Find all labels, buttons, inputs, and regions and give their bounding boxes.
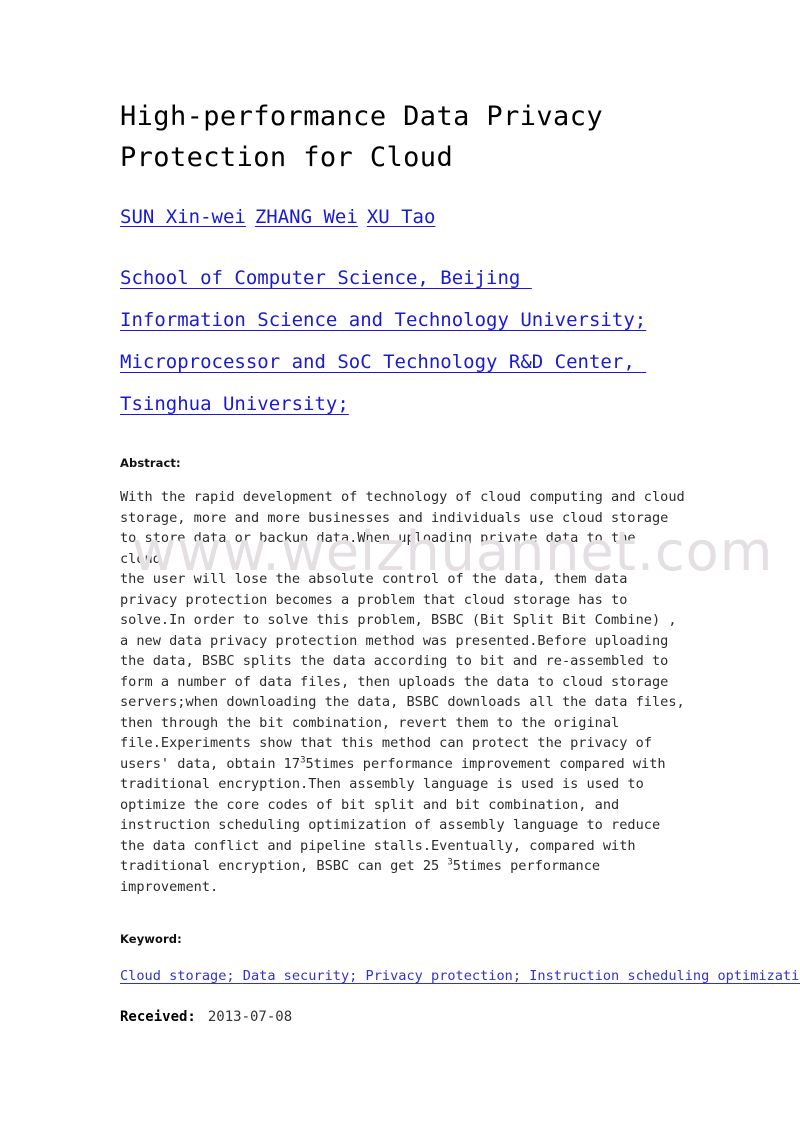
affiliation-list: School of Computer Science, Beijing Info…	[120, 257, 690, 425]
author-link-3[interactable]: XU Tao	[367, 206, 436, 228]
received-date: 2013-07-08	[207, 1009, 293, 1025]
title-line-2: Protection for Cloud	[120, 142, 454, 173]
affiliation-link-1[interactable]: School of Computer Science, Beijing	[120, 267, 532, 289]
page-title: High-performance Data Privacy Protection…	[120, 96, 620, 178]
abstract-label: Abstract:	[120, 456, 181, 470]
author-list: SUN Xin-wei ZHANG Wei XU Tao	[120, 204, 685, 230]
received-label: Received:	[120, 1009, 196, 1025]
affiliation-link-4[interactable]: Tsinghua University;	[120, 393, 349, 415]
abstract-text: With the rapid development of technology…	[120, 487, 692, 897]
author-link-2[interactable]: ZHANG Wei	[255, 206, 358, 228]
keyword-link-3[interactable]: Privacy protection;	[366, 968, 530, 984]
keyword-list: Cloud storage; Data security; Privacy pr…	[120, 966, 800, 987]
keyword-link-1[interactable]: Cloud storage;	[120, 968, 243, 984]
keyword-label: Keyword:	[120, 932, 182, 946]
affiliation-link-2[interactable]: Information Science and Technology Unive…	[120, 309, 646, 331]
abstract-text-part-1: With the rapid development of technology…	[120, 489, 685, 772]
keyword-link-4[interactable]: Instruction scheduling optimization;	[529, 968, 800, 984]
affiliation-link-3[interactable]: Microprocessor and SoC Technology R&D Ce…	[120, 351, 646, 373]
document-content: High-performance Data Privacy Protection…	[120, 96, 800, 1027]
author-link-1[interactable]: SUN Xin-wei	[120, 206, 246, 228]
abstract-text-part-2: 5times performance improvement compared …	[120, 755, 666, 875]
received-line: Received: 2013-07-08	[120, 1007, 685, 1027]
document-page: www.weizhuannet.com High-performance Dat…	[0, 0, 800, 1132]
keyword-link-2[interactable]: Data security;	[243, 968, 366, 984]
title-line-1: High-performance Data Privacy	[120, 101, 604, 132]
